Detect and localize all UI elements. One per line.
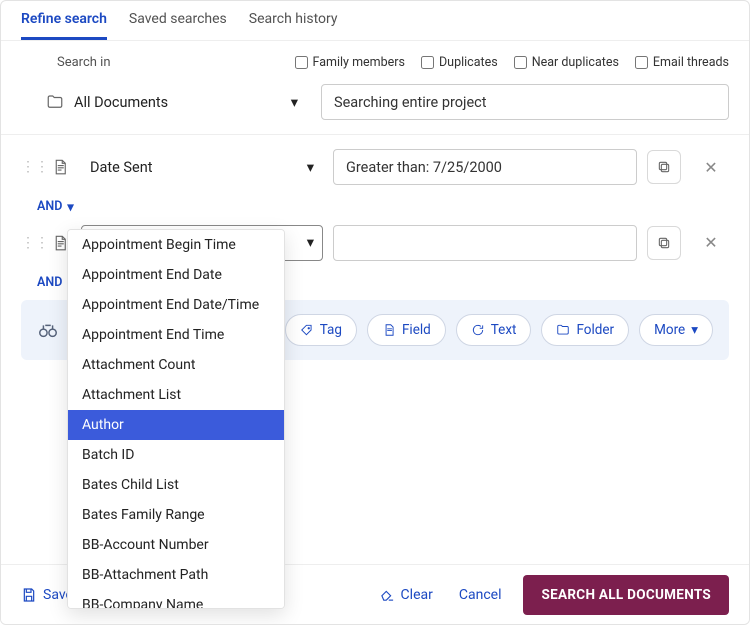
caret-down-icon: ▾ [307,234,314,251]
caret-down-icon: ▾ [307,159,314,176]
chk-family-members[interactable]: Family members [295,55,405,70]
scope-folder-select[interactable]: All Documents ▾ [37,84,307,120]
chip-text[interactable]: Text [456,314,532,346]
search-all-documents-button[interactable]: SEARCH ALL DOCUMENTS [523,575,729,615]
duplicate-condition-button[interactable] [647,150,681,184]
chk-near-duplicates[interactable]: Near duplicates [514,55,619,70]
field-select[interactable]: Date Sent ▾ [81,149,323,185]
drag-handle-icon[interactable]: ⋮⋮ [21,235,41,251]
include-checkboxes: Family members Duplicates Near duplicate… [295,55,729,70]
clear-button[interactable]: Clear [380,587,433,603]
remove-condition-button[interactable]: ✕ [693,158,729,177]
save-search-link[interactable]: Save [21,587,73,603]
search-in-label: Search in [57,55,111,70]
operator-toggle[interactable]: AND▾ [37,199,74,215]
dropdown-option[interactable]: Appointment Begin Time [68,230,284,260]
caret-down-icon: ▾ [291,94,298,111]
dropdown-option[interactable]: BB-Account Number [68,530,284,560]
caret-down-icon: ▾ [67,199,73,215]
scope-folder-label: All Documents [74,94,168,111]
dropdown-option[interactable]: Bates Family Range [68,500,284,530]
duplicate-condition-button[interactable] [647,226,681,260]
dropdown-option[interactable]: BB-Company Name [68,590,284,609]
condition-row: ⋮⋮ Date Sent ▾ ✕ [21,149,729,185]
dropdown-option[interactable]: Bates Child List [68,470,284,500]
tab-search-history[interactable]: Search history [249,11,338,40]
binoculars-icon [37,319,59,341]
dropdown-option[interactable]: Appointment End Time [68,320,284,350]
drag-handle-icon[interactable]: ⋮⋮ [21,159,41,175]
chip-field[interactable]: Field [367,314,446,346]
caret-down-icon: ▾ [691,322,698,338]
dropdown-option[interactable]: Attachment List [68,380,284,410]
folder-icon [46,93,64,111]
condition-value-input[interactable] [333,225,637,261]
dropdown-option[interactable]: BB-Attachment Path [68,560,284,590]
document-icon [51,158,71,176]
field-dropdown[interactable]: Appointment Begin TimeAppointment End Da… [67,229,285,609]
search-in-row: Search in Family members Duplicates Near… [21,55,729,70]
tab-saved-searches[interactable]: Saved searches [129,11,227,40]
scope-description-input[interactable] [321,84,729,120]
chip-more[interactable]: More▾ [639,314,713,346]
condition-value-input[interactable] [333,149,637,185]
dropdown-option[interactable]: Attachment Count [68,350,284,380]
scope-row: All Documents ▾ [37,84,729,120]
chip-folder[interactable]: Folder [541,314,629,346]
dropdown-option[interactable]: Appointment End Date [68,260,284,290]
chk-duplicates[interactable]: Duplicates [421,55,498,70]
search-panel: Refine search Saved searches Search hist… [0,0,750,625]
dropdown-option[interactable]: Batch ID [68,440,284,470]
chk-email-threads[interactable]: Email threads [635,55,729,70]
remove-condition-button[interactable]: ✕ [693,233,729,252]
cancel-button[interactable]: Cancel [459,587,502,603]
dropdown-option[interactable]: Appointment End Date/Time [68,290,284,320]
chip-tag[interactable]: Tag [285,314,357,346]
dropdown-option[interactable]: Author [68,410,284,440]
tab-bar: Refine search Saved searches Search hist… [1,1,749,41]
tab-refine-search[interactable]: Refine search [21,11,107,40]
